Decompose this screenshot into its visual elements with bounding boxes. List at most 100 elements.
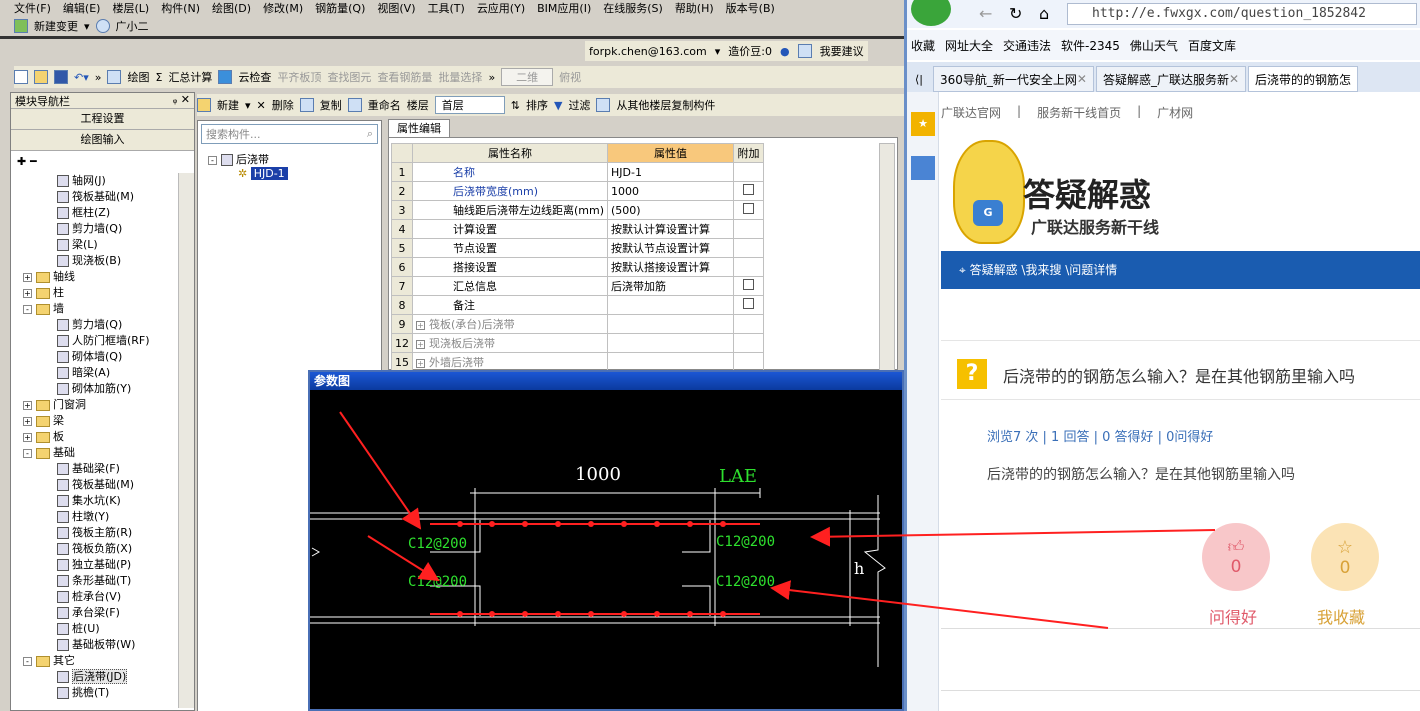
- property-row[interactable]: 8 备注: [391, 295, 765, 315]
- find-element-button[interactable]: 查找图元: [327, 69, 371, 85]
- tab-property-edit[interactable]: 属性编辑: [388, 119, 450, 137]
- flush-top-button[interactable]: 平齐板顶: [277, 69, 321, 85]
- new-component-button[interactable]: 新建: [217, 97, 239, 113]
- menu-item[interactable]: 版本号(B): [726, 0, 775, 15]
- property-row[interactable]: 1 名称 HJD-1: [391, 162, 765, 182]
- floor-select[interactable]: 首层: [434, 96, 505, 114]
- account-email[interactable]: forpk.chen@163.com: [589, 45, 707, 58]
- tree-item[interactable]: 柱墩(Y): [11, 509, 179, 525]
- prop-scrollbar[interactable]: [879, 143, 895, 371]
- property-row[interactable]: 12 + 现浇板后浇带: [391, 333, 765, 353]
- search-input[interactable]: 搜索构件...: [206, 126, 261, 142]
- extra-checkbox[interactable]: [743, 298, 755, 309]
- tree-item[interactable]: 桩承台(V): [11, 589, 179, 605]
- copy-button[interactable]: 复制: [320, 97, 342, 113]
- url-field[interactable]: http://e.fwxgx.com/question_1852842: [1067, 3, 1417, 25]
- extra-checkbox[interactable]: [743, 184, 755, 195]
- expand-toggle-icon[interactable]: +: [23, 288, 32, 298]
- tree-item[interactable]: 桩(U): [11, 621, 179, 637]
- property-row[interactable]: 2 后浇带宽度(mm) 1000: [391, 181, 765, 201]
- dropdown-arrow-icon[interactable]: ▾: [245, 99, 251, 112]
- prop-value[interactable]: 按默认搭接设置计算: [607, 257, 735, 277]
- view-2d-select[interactable]: 二维: [501, 68, 554, 86]
- refresh-icon[interactable]: ↻: [1009, 4, 1022, 23]
- expand-toggle-icon[interactable]: +: [23, 432, 32, 442]
- property-row[interactable]: 3 轴线距后浇带左边线距离(mm) (500): [391, 200, 765, 220]
- tree-root-label[interactable]: 后浇带: [236, 153, 269, 166]
- expand-toggle-icon[interactable]: -: [23, 304, 32, 314]
- prop-value[interactable]: [607, 333, 735, 353]
- panel-icon[interactable]: [911, 156, 935, 180]
- menu-item[interactable]: 视图(V): [377, 0, 415, 15]
- tree-item[interactable]: 挑檐(T): [11, 685, 179, 701]
- top-view-select[interactable]: 俯视: [559, 69, 581, 85]
- browser-tab[interactable]: 答疑解惑_广联达服务新 ✕: [1095, 66, 1247, 92]
- prop-value[interactable]: [607, 314, 735, 334]
- tree-child-label[interactable]: HJD-1: [250, 167, 288, 180]
- tree-item[interactable]: 集水坑(K): [11, 493, 179, 509]
- browser-tab[interactable]: 后浇带的的钢筋怎: [1248, 66, 1359, 92]
- new-change-button[interactable]: 新建变更: [34, 18, 78, 34]
- expand-toggle-icon[interactable]: +: [23, 416, 32, 426]
- drawing-input-button[interactable]: 绘图输入: [11, 130, 194, 151]
- tree-item[interactable]: 框柱(Z): [11, 205, 179, 221]
- cloud-check-button[interactable]: 云检查: [238, 69, 271, 85]
- expand-toggle-icon[interactable]: +: [416, 320, 425, 330]
- menu-item[interactable]: 在线服务(S): [603, 0, 663, 15]
- expand-toggle-icon[interactable]: +: [23, 272, 32, 282]
- favorite-link[interactable]: 软件-2345: [1061, 37, 1120, 54]
- tree-item[interactable]: 基础梁(F): [11, 461, 179, 477]
- tree-item[interactable]: 承台梁(F): [11, 605, 179, 621]
- menu-item[interactable]: BIM应用(I): [537, 0, 591, 15]
- open-folder-icon[interactable]: [34, 70, 48, 84]
- property-row[interactable]: 5 节点设置 按默认节点设置计算: [391, 238, 765, 258]
- favorite-link[interactable]: 交通违法: [1003, 37, 1051, 54]
- star-icon[interactable]: ★: [911, 112, 935, 136]
- tree-folder[interactable]: - 基础: [11, 445, 179, 461]
- account-dropdown-icon[interactable]: ▾: [715, 45, 721, 58]
- menu-item[interactable]: 工具(T): [428, 0, 465, 15]
- tree-folder[interactable]: + 板: [11, 429, 179, 445]
- prop-value[interactable]: [607, 352, 735, 372]
- batch-select-button[interactable]: 批量选择: [438, 69, 482, 85]
- component-search[interactable]: 搜索构件... ⌕: [201, 124, 378, 144]
- property-row[interactable]: 6 搭接设置 按默认搭接设置计算: [391, 257, 765, 277]
- property-row[interactable]: 15 + 外墙后浇带: [391, 352, 765, 372]
- rename-button[interactable]: 重命名: [368, 97, 401, 113]
- favorite-link[interactable]: 佛山天气: [1130, 37, 1178, 54]
- property-row[interactable]: 9 + 筏板(承台)后浇带: [391, 314, 765, 334]
- tree-item[interactable]: 筏板负筋(X): [11, 541, 179, 557]
- site-nav-link[interactable]: 服务新干线首页: [1037, 104, 1121, 121]
- calc-button[interactable]: 汇总计算: [168, 69, 212, 85]
- tree-folder[interactable]: - 其它: [11, 653, 179, 669]
- suggest-button[interactable]: 我要建议: [820, 43, 864, 59]
- close-icon[interactable]: ✕: [1229, 72, 1239, 86]
- expand-toggle-icon[interactable]: +: [23, 400, 32, 410]
- sort-button[interactable]: 排序: [526, 97, 548, 113]
- draw-button[interactable]: 绘图: [127, 69, 149, 85]
- expand-toggle-icon[interactable]: -: [23, 656, 32, 666]
- menu-item[interactable]: 绘图(D): [212, 0, 251, 15]
- delete-button[interactable]: 删除: [272, 97, 294, 113]
- menu-item[interactable]: 云应用(Y): [477, 0, 525, 15]
- new-file-icon[interactable]: [14, 70, 28, 84]
- extra-checkbox[interactable]: [743, 279, 755, 290]
- tree-item[interactable]: 筏板主筋(R): [11, 525, 179, 541]
- tree-item[interactable]: 剪力墙(Q): [11, 221, 179, 237]
- tree-item[interactable]: 梁(L): [11, 237, 179, 253]
- menu-item[interactable]: 构件(N): [161, 0, 200, 15]
- prop-value[interactable]: [607, 295, 735, 315]
- site-nav-link[interactable]: 广联达官网: [941, 104, 1001, 121]
- tree-item[interactable]: 筏板基础(M): [11, 189, 179, 205]
- menu-item[interactable]: 编辑(E): [63, 0, 101, 15]
- tree-folder[interactable]: + 柱: [11, 285, 179, 301]
- view-rebar-button[interactable]: 查看钢筋量: [377, 69, 432, 85]
- expand-toggle-icon[interactable]: +: [416, 358, 425, 368]
- tree-item[interactable]: 砌体墙(Q): [11, 349, 179, 365]
- expand-toggle-icon[interactable]: -: [23, 448, 32, 458]
- back-icon[interactable]: ←: [979, 4, 992, 23]
- tree-item[interactable]: 后浇带(JD): [11, 669, 179, 685]
- tree-folder[interactable]: -墙: [11, 301, 179, 317]
- prop-value[interactable]: (500): [607, 200, 735, 220]
- favorite-link[interactable]: 收藏: [911, 37, 935, 54]
